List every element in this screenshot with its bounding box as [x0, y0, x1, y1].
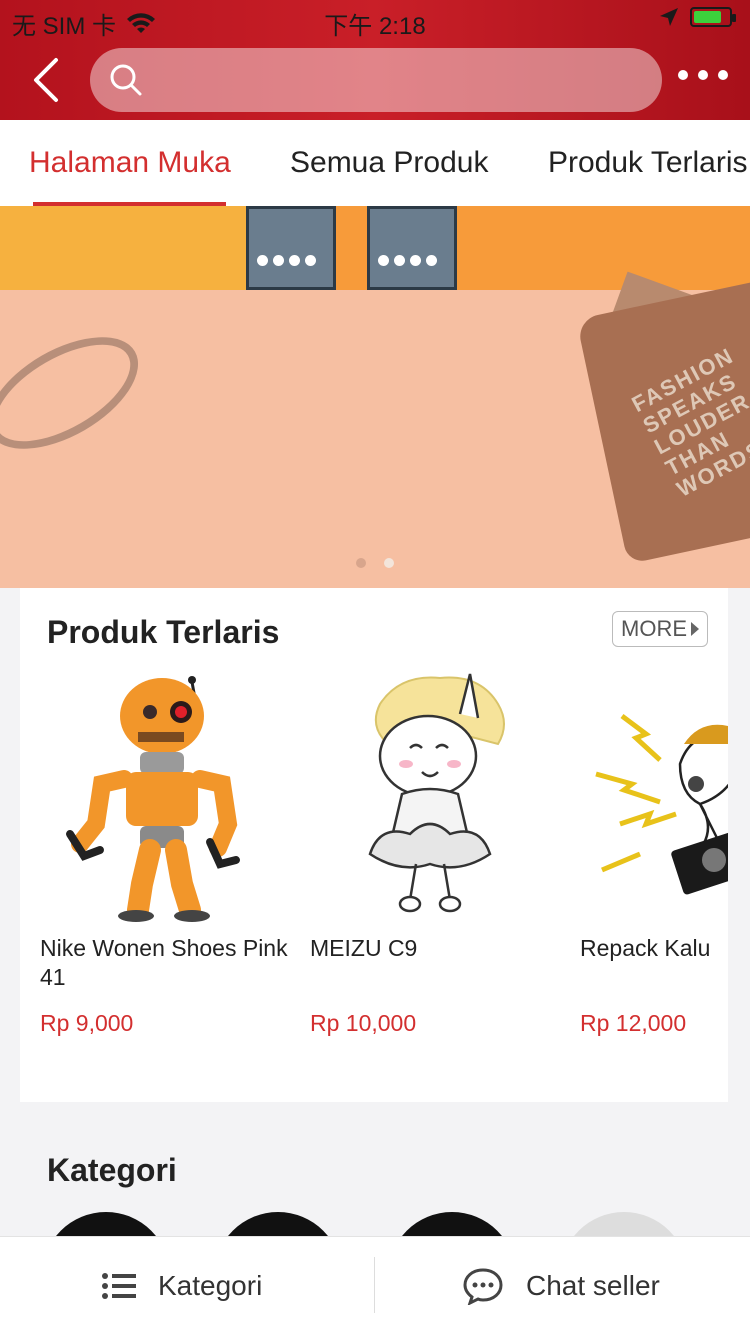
category-section-title: Kategori: [47, 1152, 177, 1188]
product-image-robot: [40, 664, 290, 924]
kategori-button[interactable]: Kategori: [102, 1237, 262, 1335]
banner-pager: [356, 558, 394, 568]
promo-banner[interactable]: FASHION SPEAKS LOUDER THAN WORDS: [0, 206, 750, 588]
status-bar: 无 SIM 卡 下午 2:18: [0, 0, 750, 40]
kategori-label: Kategori: [158, 1270, 263, 1301]
bestseller-section: Produk Terlaris MORE Nike Wonen Shoes Pi…: [20, 588, 728, 1102]
more-button[interactable]: MORE: [612, 611, 708, 647]
list-icon: [102, 1273, 136, 1299]
header-bar: 无 SIM 卡 下午 2:18: [0, 0, 750, 120]
product-image-unicorn: [310, 664, 560, 924]
product-name: Nike Wonen Shoes Pink 41: [40, 935, 288, 990]
product-name: MEIZU C9: [310, 935, 418, 961]
chat-seller-button[interactable]: Chat seller: [462, 1237, 660, 1335]
chevron-right-icon: [691, 622, 699, 636]
product-card[interactable]: Repack Kalu Rp 12,000: [580, 664, 728, 1036]
search-input[interactable]: [154, 60, 638, 102]
clock: 下午 2:18: [324, 13, 426, 40]
product-price: Rp 12,000: [580, 1010, 687, 1036]
more-options-icon[interactable]: [678, 70, 728, 80]
pager-dot-active[interactable]: [384, 558, 394, 568]
product-card[interactable]: Nike Wonen Shoes Pink 41 Rp 9,000: [40, 664, 290, 1036]
product-price: Rp 10,000: [310, 1010, 417, 1036]
product-carousel: Nike Wonen Shoes Pink 41 Rp 9,000 MEIZU …: [20, 664, 728, 1064]
more-label: MORE: [621, 616, 687, 641]
tab-produk-terlaris[interactable]: Produk Terlaris: [548, 146, 748, 180]
battery-icon: [690, 7, 736, 27]
pager-dot[interactable]: [356, 558, 366, 568]
section-title: Produk Terlaris: [47, 614, 280, 650]
bottom-action-bar: Kategori Chat seller: [0, 1236, 750, 1335]
product-price: Rp 9,000: [40, 1010, 134, 1036]
back-arrow-icon[interactable]: [28, 56, 68, 104]
product-image-dj-unicorn: [580, 664, 728, 924]
tab-semua-produk[interactable]: Semua Produk: [290, 146, 488, 180]
location-arrow-icon: [660, 8, 678, 26]
store-tabs: Halaman Muka Semua Produk Produk Terlari…: [0, 120, 750, 207]
search-icon: [110, 64, 142, 96]
product-name: Repack Kalu: [580, 935, 711, 961]
search-bar[interactable]: [90, 48, 662, 112]
tab-halaman-muka[interactable]: Halaman Muka: [29, 146, 231, 180]
divider: [374, 1257, 375, 1313]
chat-seller-label: Chat seller: [526, 1270, 660, 1301]
product-card[interactable]: MEIZU C9 Rp 10,000: [310, 664, 560, 1036]
chat-bubble-icon: [463, 1268, 503, 1305]
